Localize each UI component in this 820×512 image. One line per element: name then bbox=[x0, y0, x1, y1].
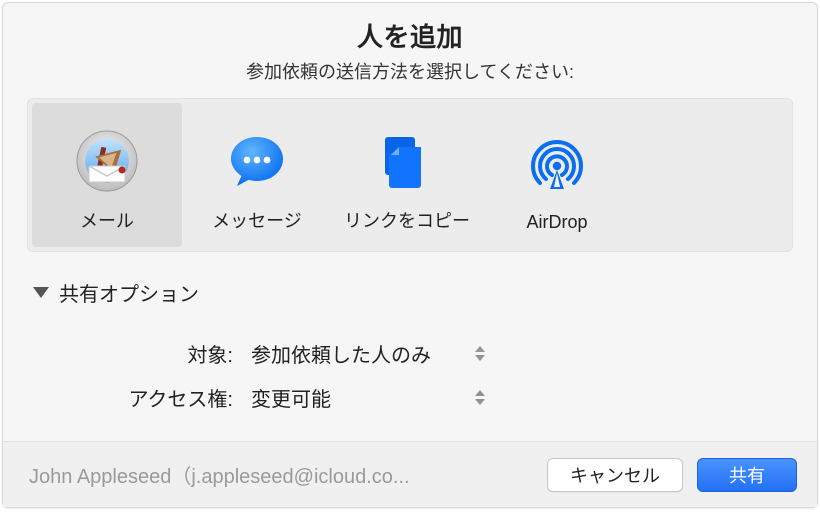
share-method-copy-link[interactable]: リンクをコピー bbox=[332, 103, 482, 247]
messages-icon bbox=[225, 129, 289, 193]
share-options-form: 対象: 参加依頼した人のみ アクセス権: 変更可能 bbox=[33, 331, 787, 419]
share-button[interactable]: 共有 bbox=[697, 458, 797, 492]
copy-link-icon bbox=[375, 129, 439, 193]
option-value-permission[interactable]: 変更可能 bbox=[241, 383, 471, 412]
header: 人を追加 参加依頼の送信方法を選択してください: bbox=[3, 3, 817, 84]
mail-app-icon bbox=[75, 129, 139, 193]
chevron-down-icon bbox=[33, 287, 49, 298]
page-subtitle: 参加依頼の送信方法を選択してください: bbox=[3, 58, 817, 84]
option-value-who[interactable]: 参加依頼した人のみ bbox=[241, 339, 471, 368]
share-method-label: リンクをコピー bbox=[344, 207, 470, 233]
option-label: 対象: bbox=[33, 339, 241, 368]
share-method-messages[interactable]: メッセージ bbox=[182, 103, 332, 247]
share-options-disclosure[interactable]: 共有オプション bbox=[33, 278, 787, 307]
option-row-permission: アクセス権: 変更可能 bbox=[33, 375, 787, 419]
airdrop-icon bbox=[525, 134, 589, 198]
footer: John Appleseed（j.appleseed@icloud.co... … bbox=[3, 441, 817, 507]
cancel-button[interactable]: キャンセル bbox=[547, 458, 683, 492]
share-options: 共有オプション 対象: 参加依頼した人のみ アクセス権: 変更可能 bbox=[3, 252, 817, 419]
option-row-who: 対象: 参加依頼した人のみ bbox=[33, 331, 787, 375]
share-method-airdrop[interactable]: AirDrop bbox=[482, 103, 632, 247]
share-method-list: メール メッセージ bbox=[27, 98, 793, 252]
stepper-icon[interactable] bbox=[475, 344, 485, 362]
option-label: アクセス権: bbox=[33, 383, 241, 412]
share-method-label: AirDrop bbox=[526, 212, 587, 233]
page-title: 人を追加 bbox=[3, 17, 817, 54]
add-people-sheet: 人を追加 参加依頼の送信方法を選択してください: bbox=[2, 2, 818, 508]
share-options-label: 共有オプション bbox=[59, 278, 199, 307]
share-method-label: メール bbox=[80, 207, 134, 233]
share-method-label: メッセージ bbox=[212, 207, 302, 233]
stepper-icon[interactable] bbox=[475, 388, 485, 406]
recipient-field[interactable]: John Appleseed（j.appleseed@icloud.co... bbox=[29, 460, 410, 489]
share-method-mail[interactable]: メール bbox=[32, 103, 182, 247]
